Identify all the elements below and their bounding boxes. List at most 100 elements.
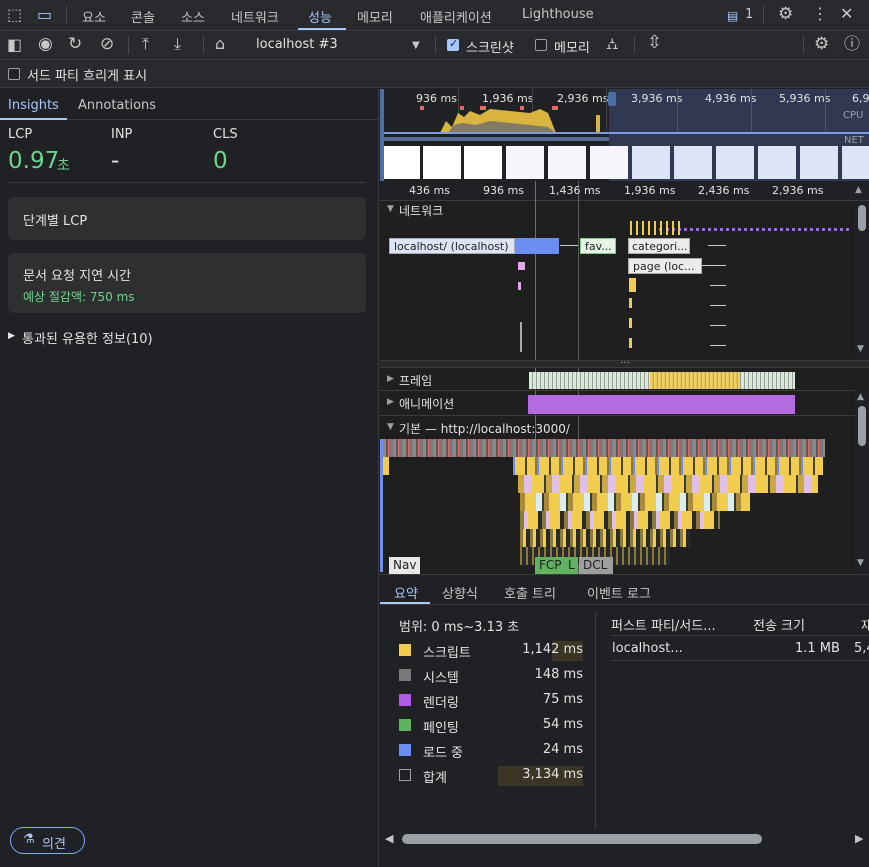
scroll-left-icon[interactable]: ◀ [385, 832, 393, 845]
network-request-bar[interactable]: categori... [628, 238, 690, 254]
main-thread-track[interactable]: ▼ 기본 — http://localhost:3000/ Nav [380, 417, 855, 574]
insight-card-lcp-phases[interactable]: 단계별 LCP [8, 197, 366, 240]
chevron-down-icon[interactable]: ▼ [412, 38, 420, 54]
tab-performance[interactable]: 성능 [308, 7, 332, 26]
download-icon[interactable]: ⤓ [174, 36, 181, 52]
party-row-name[interactable]: localhost... [612, 641, 683, 656]
network-request-bar[interactable] [659, 228, 849, 231]
network-request-bar[interactable] [515, 238, 559, 254]
tab-network[interactable]: 네트워크 [231, 7, 279, 26]
feedback-button[interactable]: ⚗ 의견 [10, 827, 85, 854]
marker-nav[interactable]: Nav [389, 557, 420, 574]
reload-record-icon[interactable]: ↻ [68, 36, 82, 53]
inspect-element-icon[interactable]: ⬚ [7, 7, 22, 23]
network-request-bar[interactable] [629, 278, 636, 292]
scroll-right-icon[interactable]: ▶ [855, 832, 863, 845]
scroll-up-icon[interactable]: ▲ [855, 185, 862, 195]
garbage-collect-icon[interactable]: ⛼ [606, 36, 619, 52]
tab-insights[interactable]: Insights [8, 98, 59, 113]
network-request-bar[interactable] [629, 298, 632, 308]
network-request-bar[interactable]: page (loc... [628, 258, 702, 274]
network-scrollbar[interactable]: ▼ [855, 202, 869, 359]
toggle-sidebar-icon[interactable]: ◧ [7, 37, 22, 53]
filmstrip-frame[interactable] [800, 146, 838, 179]
memory-checkbox[interactable] [535, 39, 547, 51]
issues-icon[interactable]: ▤ [727, 8, 738, 24]
network-request-bar[interactable] [520, 322, 522, 352]
tab-annotations[interactable]: Annotations [78, 98, 156, 113]
collapse-arrow-icon[interactable]: ▼ [387, 204, 394, 214]
scroll-down-icon[interactable]: ▼ [857, 558, 864, 568]
filmstrip-frame[interactable] [548, 146, 586, 179]
timeline-overview[interactable]: 936 ms 1,936 ms 2,936 ms 3,936 ms 4,936 … [380, 89, 869, 181]
record-icon[interactable]: ◉ [38, 36, 53, 53]
tab-call-tree[interactable]: 호출 트리 [504, 583, 556, 602]
party-col-header-size[interactable]: 전송 크기 [753, 615, 805, 634]
tab-summary[interactable]: 요약 [394, 583, 418, 602]
network-request-bar[interactable] [629, 338, 632, 348]
tab-bottom-up[interactable]: 상향식 [442, 583, 478, 602]
drag-handle-icon[interactable]: … [620, 355, 630, 366]
tab-sources[interactable]: 소스 [181, 7, 205, 26]
filmstrip-frame[interactable] [716, 146, 754, 179]
flame-row[interactable] [520, 511, 720, 529]
filmstrip-frame[interactable] [632, 146, 670, 179]
frames-track[interactable]: ▶ 프레임 [380, 369, 855, 391]
scrollbar-thumb[interactable] [858, 406, 866, 446]
marker-fcp[interactable]: FCP [535, 557, 566, 574]
flame-row[interactable] [518, 475, 818, 493]
capture-settings-icon[interactable]: ⚙ [814, 36, 829, 53]
close-icon[interactable]: ✕ [840, 6, 853, 22]
flame-row-tasks[interactable] [383, 439, 825, 457]
scroll-down-icon[interactable]: ▼ [857, 344, 864, 354]
screenshot-checkbox[interactable] [447, 37, 459, 51]
upload-icon[interactable]: ⤒ [142, 36, 149, 52]
marker-dcl[interactable]: DCL [579, 557, 613, 574]
home-icon[interactable]: ⌂ [215, 36, 225, 52]
collapse-arrow-icon[interactable]: ▼ [387, 422, 394, 432]
track-resize-handle[interactable]: … [380, 355, 869, 368]
filmstrip-frame[interactable] [842, 146, 869, 179]
collapse-tracks-icon[interactable]: ⇳ [647, 34, 662, 52]
horizontal-scrollbar[interactable]: ◀ ▶ [380, 829, 869, 849]
flame-row[interactable] [520, 493, 750, 511]
tab-elements[interactable]: 요소 [82, 7, 106, 26]
party-col-header-extra[interactable]: 재 [861, 615, 869, 634]
scrollbar-thumb[interactable] [402, 834, 762, 844]
help-icon[interactable]: ⓘ [844, 36, 860, 52]
filmstrip-frame[interactable] [674, 146, 712, 179]
third-party-dim-checkbox[interactable] [8, 68, 20, 80]
scroll-up-icon[interactable]: ▲ [857, 392, 864, 402]
network-request-bar[interactable]: fav... [580, 238, 616, 254]
device-toolbar-icon[interactable]: ▭ [37, 7, 52, 23]
animation-bar[interactable] [528, 395, 795, 414]
clear-icon[interactable]: ⊘ [100, 36, 114, 53]
filmstrip-frame[interactable] [423, 146, 461, 179]
expand-arrow-icon[interactable]: ▶ [387, 397, 394, 407]
expand-arrow-icon[interactable]: ▶ [8, 331, 15, 341]
marker-lcp[interactable]: L [566, 557, 578, 574]
filmstrip-frame[interactable] [464, 146, 502, 179]
filmstrip-frame[interactable] [590, 146, 628, 179]
filmstrip-frame[interactable] [758, 146, 796, 179]
tab-memory[interactable]: 메모리 [357, 7, 393, 26]
party-col-header-name[interactable]: 퍼스트 파티/서드... [611, 615, 716, 634]
animation-track[interactable]: ▶ 애니메이션 [380, 392, 855, 416]
tab-event-log[interactable]: 이벤트 로그 [587, 583, 651, 602]
issues-badge-count[interactable]: 1 [745, 7, 753, 22]
tab-console[interactable]: 콘솔 [131, 7, 155, 26]
network-request-bar[interactable] [629, 318, 632, 328]
frames-bar[interactable] [650, 372, 740, 389]
passed-insights-toggle[interactable]: 통과된 유용한 정보(10) [22, 328, 153, 347]
flame-block[interactable] [383, 457, 389, 475]
expand-arrow-icon[interactable]: ▶ [387, 374, 394, 384]
flame-row[interactable] [520, 529, 690, 547]
tab-lighthouse[interactable]: Lighthouse [522, 7, 594, 22]
settings-icon[interactable]: ⚙ [778, 6, 793, 23]
filmstrip-frame[interactable] [506, 146, 544, 179]
scrollbar-thumb[interactable] [858, 205, 866, 231]
tab-application[interactable]: 애플리케이션 [420, 7, 492, 26]
filmstrip-frame[interactable] [384, 146, 420, 179]
network-track[interactable]: ▼ 네트워크 localhost/ (localhost) fav... cat… [380, 202, 855, 367]
main-scrollbar[interactable]: ▲ ▼ [855, 392, 869, 574]
